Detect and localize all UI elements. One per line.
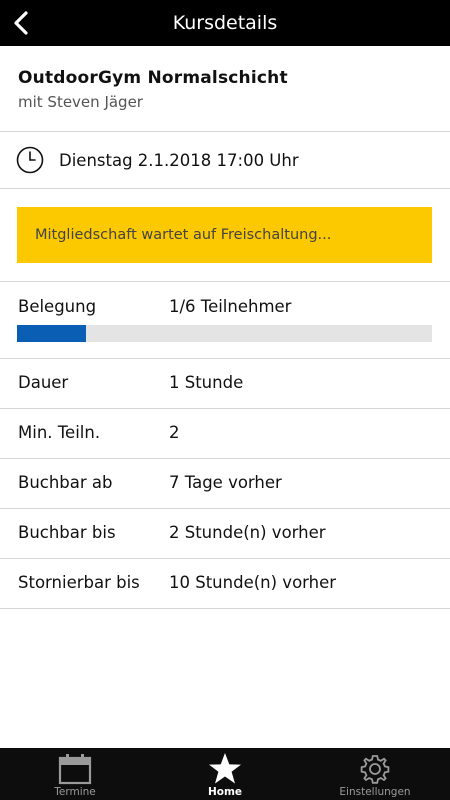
occupancy-label: Belegung [18,297,97,316]
detail-value: 1 Stunde [169,373,244,392]
occupancy-row: Belegung 1/6 Teilnehmer [0,282,450,359]
status-section: Mitgliedschaft wartet auf Freischaltung.… [0,189,450,282]
detail-label: Stornierbar bis [18,573,140,592]
tab-home[interactable]: Home [150,748,300,800]
date-row: Dienstag 2.1.2018 17:00 Uhr [0,132,450,189]
top-bar: Kursdetails [0,0,450,46]
detail-label: Min. Teiln. [18,423,101,442]
detail-row-bookable-until: Buchbar bis 2 Stunde(n) vorher [0,509,450,559]
bottom-tab-bar: Termine Home Einstellungen [0,748,450,800]
gear-icon [358,752,392,786]
detail-row-duration: Dauer 1 Stunde [0,359,450,409]
tab-label: Home [207,786,243,798]
detail-label: Buchbar bis [18,523,116,542]
detail-label: Buchbar ab [18,473,113,492]
detail-label: Dauer [18,373,69,392]
detail-value: 10 Stunde(n) vorher [169,573,337,592]
detail-row-bookable-from: Buchbar ab 7 Tage vorher [0,459,450,509]
course-name: OutdoorGym Normalschicht [18,68,288,88]
tab-termine[interactable]: Termine [0,748,150,800]
detail-value: 2 [169,423,180,442]
tab-label: Einstellungen [339,786,411,798]
membership-status-banner: Mitgliedschaft wartet auf Freischaltung.… [17,207,432,263]
detail-row-cancellable-until: Stornierbar bis 10 Stunde(n) vorher [0,559,450,609]
tab-label: Termine [54,786,96,798]
course-trainer: mit Steven Jäger [18,93,143,111]
course-header: OutdoorGym Normalschicht mit Steven Jäge… [0,52,450,132]
tab-einstellungen[interactable]: Einstellungen [300,748,450,800]
star-icon [208,752,242,786]
page-title: Kursdetails [172,12,278,34]
detail-value: 7 Tage vorher [169,473,282,492]
chevron-left-icon [14,11,28,35]
clock-icon [16,146,44,174]
calendar-icon [58,752,92,786]
course-datetime: Dienstag 2.1.2018 17:00 Uhr [59,150,299,170]
detail-row-min-participants: Min. Teiln. 2 [0,409,450,459]
detail-value: 2 Stunde(n) vorher [169,523,326,542]
occupancy-progress-fill [17,325,87,342]
occupancy-value: 1/6 Teilnehmer [169,297,292,316]
back-button[interactable] [6,7,36,39]
occupancy-progress-bar [17,325,432,342]
